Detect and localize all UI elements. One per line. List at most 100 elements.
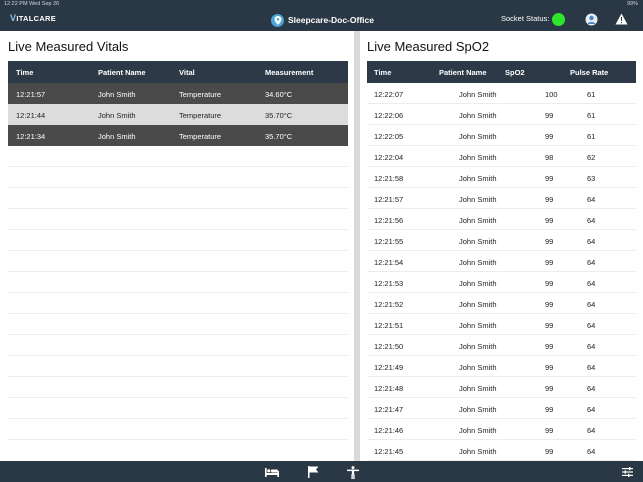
- spo2-cell-pulse: 61: [587, 90, 596, 99]
- warning-icon[interactable]: [614, 12, 628, 26]
- empty-table-row: [8, 356, 348, 377]
- spo2-cell-patient: John Smith: [459, 174, 497, 183]
- spo2-cell-time: 12:21:54: [374, 258, 404, 267]
- spo2-cell-pulse: 64: [587, 321, 596, 330]
- spo2-cell-spo2: 99: [545, 111, 554, 120]
- spo2-table-row[interactable]: 12:21:48 John Smith 99 64: [367, 377, 636, 398]
- vitals-col-patient: Patient Name: [98, 68, 146, 77]
- spo2-cell-pulse: 64: [587, 258, 596, 267]
- spo2-cell-time: 12:21:51: [374, 321, 404, 330]
- vitals-col-time: Time: [16, 68, 34, 77]
- empty-table-row: [8, 251, 348, 272]
- spo2-table-row[interactable]: 12:22:04 John Smith 98 62: [367, 146, 636, 167]
- bottom-tab-bar: [0, 461, 643, 482]
- spo2-cell-patient: John Smith: [459, 279, 497, 288]
- spo2-cell-pulse: 64: [587, 363, 596, 372]
- spo2-col-patient: Patient Name: [439, 68, 487, 77]
- vitals-table-body: 12:21:57 John Smith Temperature 34.60°C 12:2…: [8, 83, 348, 440]
- spo2-col-time: Time: [374, 68, 392, 77]
- spo2-cell-patient: John Smith: [459, 405, 497, 414]
- spo2-cell-pulse: 64: [587, 237, 596, 246]
- status-time-date: 12:22 PM Wed Sep 26: [4, 1, 60, 7]
- vitals-table-row[interactable]: 12:21:57 John Smith Temperature 34.60°C: [8, 83, 348, 104]
- spo2-table-row[interactable]: 12:22:05 John Smith 99 61: [367, 125, 636, 146]
- spo2-cell-spo2: 99: [545, 426, 554, 435]
- spo2-cell-time: 12:21:48: [374, 384, 404, 393]
- spo2-cell-patient: John Smith: [459, 90, 497, 99]
- spo2-table-row[interactable]: 12:21:49 John Smith 99 64: [367, 356, 636, 377]
- spo2-cell-spo2: 99: [545, 405, 554, 414]
- spo2-cell-spo2: 98: [545, 153, 554, 162]
- sliders-icon[interactable]: [620, 465, 634, 479]
- spo2-table-row[interactable]: 12:21:45 John Smith 99 64: [367, 440, 636, 461]
- vitals-table-row[interactable]: 12:21:34 John Smith Temperature 35.70°C: [8, 125, 348, 146]
- empty-table-row: [8, 335, 348, 356]
- spo2-cell-patient: John Smith: [459, 426, 497, 435]
- socket-status-label: Socket Status:: [501, 14, 550, 23]
- spo2-table-row[interactable]: 12:21:57 John Smith 99 64: [367, 188, 636, 209]
- empty-table-row: [8, 230, 348, 251]
- status-bar: 12:22 PM Wed Sep 26 99%: [0, 0, 643, 9]
- spo2-table-row[interactable]: 12:21:56 John Smith 99 64: [367, 209, 636, 230]
- spo2-table-body: 12:22:07 John Smith 100 61 12:22:06 John Smit…: [367, 83, 636, 461]
- spo2-cell-pulse: 64: [587, 342, 596, 351]
- spo2-cell-pulse: 64: [587, 279, 596, 288]
- empty-table-row: [8, 167, 348, 188]
- spo2-table-row[interactable]: 12:22:07 John Smith 100 61: [367, 83, 636, 104]
- spo2-cell-patient: John Smith: [459, 321, 497, 330]
- office-selector[interactable]: Sleepcare-Doc-Office: [271, 12, 374, 28]
- spo2-col-spo2: SpO2: [505, 68, 525, 77]
- spo2-cell-patient: John Smith: [459, 300, 497, 309]
- spo2-table-row[interactable]: 12:21:46 John Smith 99 64: [367, 419, 636, 440]
- spo2-table-row[interactable]: 12:22:06 John Smith 99 61: [367, 104, 636, 125]
- vitals-cell-measurement: 35.70°C: [265, 111, 293, 120]
- app-root: 12:22 PM Wed Sep 26 99% VITALCARE Sleepc…: [0, 0, 643, 482]
- spo2-cell-spo2: 99: [545, 174, 554, 183]
- spo2-table-row[interactable]: 12:21:58 John Smith 99 63: [367, 167, 636, 188]
- logo-text: ITALCARE: [16, 14, 57, 23]
- spo2-cell-spo2: 99: [545, 342, 554, 351]
- spo2-table-row[interactable]: 12:21:53 John Smith 99 64: [367, 272, 636, 293]
- spo2-table-row[interactable]: 12:21:51 John Smith 99 64: [367, 314, 636, 335]
- spo2-table-row[interactable]: 12:21:50 John Smith 99 64: [367, 335, 636, 356]
- spo2-cell-patient: John Smith: [459, 237, 497, 246]
- spo2-cell-patient: John Smith: [459, 447, 497, 456]
- spo2-cell-time: 12:21:55: [374, 237, 404, 246]
- spo2-cell-time: 12:22:05: [374, 132, 404, 141]
- vitals-cell-patient: John Smith: [98, 90, 136, 99]
- user-avatar-icon[interactable]: [584, 12, 598, 26]
- spo2-cell-time: 12:21:50: [374, 342, 404, 351]
- spo2-cell-patient: John Smith: [459, 216, 497, 225]
- empty-table-row: [8, 293, 348, 314]
- person-icon[interactable]: [346, 465, 360, 479]
- empty-table-row: [8, 377, 348, 398]
- spo2-cell-patient: John Smith: [459, 342, 497, 351]
- spo2-cell-time: 12:22:06: [374, 111, 404, 120]
- bed-icon[interactable]: [265, 465, 279, 479]
- spo2-cell-patient: John Smith: [459, 132, 497, 141]
- empty-table-row: [8, 146, 348, 167]
- spo2-cell-spo2: 99: [545, 363, 554, 372]
- spo2-cell-pulse: 64: [587, 195, 596, 204]
- spo2-table-row[interactable]: 12:21:54 John Smith 99 64: [367, 251, 636, 272]
- vitals-cell-patient: John Smith: [98, 111, 136, 120]
- battery-level: 99%: [626, 1, 638, 7]
- empty-table-row: [8, 188, 348, 209]
- spo2-cell-patient: John Smith: [459, 111, 497, 120]
- spo2-cell-pulse: 63: [587, 174, 596, 183]
- spo2-cell-spo2: 99: [545, 279, 554, 288]
- vitals-table-row[interactable]: 12:21:44 John Smith Temperature 35.70°C: [8, 104, 348, 125]
- spo2-table-row[interactable]: 12:21:55 John Smith 99 64: [367, 230, 636, 251]
- spo2-table-row[interactable]: 12:21:52 John Smith 99 64: [367, 293, 636, 314]
- spo2-cell-time: 12:21:49: [374, 363, 404, 372]
- top-bar: 12:22 PM Wed Sep 26 99% VITALCARE Sleepc…: [0, 0, 643, 31]
- spo2-table-header: Time Patient Name SpO2 Pulse Rate: [367, 61, 636, 83]
- location-pin-icon: [271, 13, 284, 27]
- spo2-table-row[interactable]: 12:21:47 John Smith 99 64: [367, 398, 636, 419]
- office-title: Sleepcare-Doc-Office: [288, 15, 374, 25]
- flag-icon[interactable]: [306, 465, 320, 479]
- spo2-cell-spo2: 99: [545, 258, 554, 267]
- spo2-cell-spo2: 99: [545, 216, 554, 225]
- vitals-cell-vital: Temperature: [179, 132, 222, 141]
- vitals-cell-patient: John Smith: [98, 132, 136, 141]
